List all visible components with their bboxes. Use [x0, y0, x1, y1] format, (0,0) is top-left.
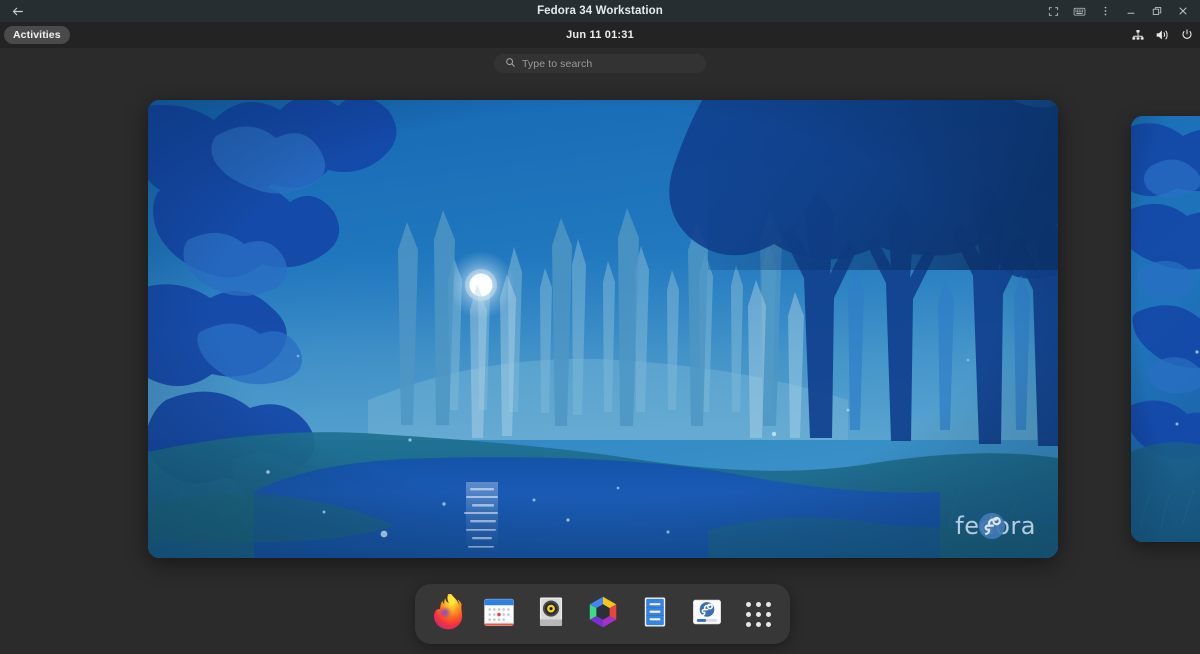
- window-title: Fedora 34 Workstation: [537, 5, 663, 17]
- dash-dock: [415, 584, 790, 644]
- desktop-wallpaper-next: [1131, 116, 1200, 542]
- files-icon: [638, 595, 672, 634]
- firefox-icon: [429, 591, 465, 635]
- workspace-thumbnail-active[interactable]: fedora: [148, 100, 1058, 558]
- search-area: Type to search: [0, 54, 1200, 73]
- window-controls: [1040, 0, 1196, 22]
- keyboard-button[interactable]: [1066, 0, 1092, 22]
- fullscreen-button[interactable]: [1040, 0, 1066, 22]
- calendar-icon: [482, 595, 516, 634]
- restore-button[interactable]: [1144, 0, 1170, 22]
- search-placeholder: Type to search: [522, 57, 593, 70]
- dock-item-files[interactable]: [634, 593, 676, 635]
- dock-item-software[interactable]: [686, 593, 728, 635]
- gnome-activities-overview: Fedora 34 Workstation Activities Jun 11 …: [0, 0, 1200, 654]
- activities-label: Activities: [13, 29, 61, 41]
- dock-item-rhythmbox[interactable]: [530, 593, 572, 635]
- close-button[interactable]: [1170, 0, 1196, 22]
- rhythmbox-icon: [534, 595, 568, 634]
- desktop-wallpaper: fedora: [148, 100, 1058, 558]
- activities-button[interactable]: Activities: [4, 26, 70, 44]
- minimize-button[interactable]: [1118, 0, 1144, 22]
- gnome-top-bar: Activities Jun 11 01:31: [0, 22, 1200, 48]
- clock-datetime: Jun 11 01:31: [566, 29, 634, 41]
- fedora-watermark: fedora: [948, 512, 1036, 540]
- dock-item-firefox[interactable]: [426, 591, 468, 635]
- power-icon[interactable]: [1180, 28, 1194, 42]
- volume-icon[interactable]: [1155, 28, 1170, 42]
- dock-item-show-apps[interactable]: [738, 593, 780, 635]
- network-wired-icon[interactable]: [1131, 28, 1145, 42]
- dock-item-calendar[interactable]: [478, 593, 520, 635]
- dock-item-photos[interactable]: [582, 593, 624, 635]
- search-icon: [505, 55, 516, 73]
- search-input[interactable]: Type to search: [494, 54, 706, 73]
- more-options-button[interactable]: [1092, 0, 1118, 22]
- workspace-thumbnail-next[interactable]: [1131, 116, 1200, 542]
- apps-grid-icon: [746, 601, 771, 627]
- back-arrow-icon[interactable]: [0, 0, 34, 22]
- software-icon: [690, 595, 724, 634]
- system-tray: [1131, 28, 1194, 42]
- photos-icon: [585, 594, 621, 635]
- window-titlebar: Fedora 34 Workstation: [0, 0, 1200, 22]
